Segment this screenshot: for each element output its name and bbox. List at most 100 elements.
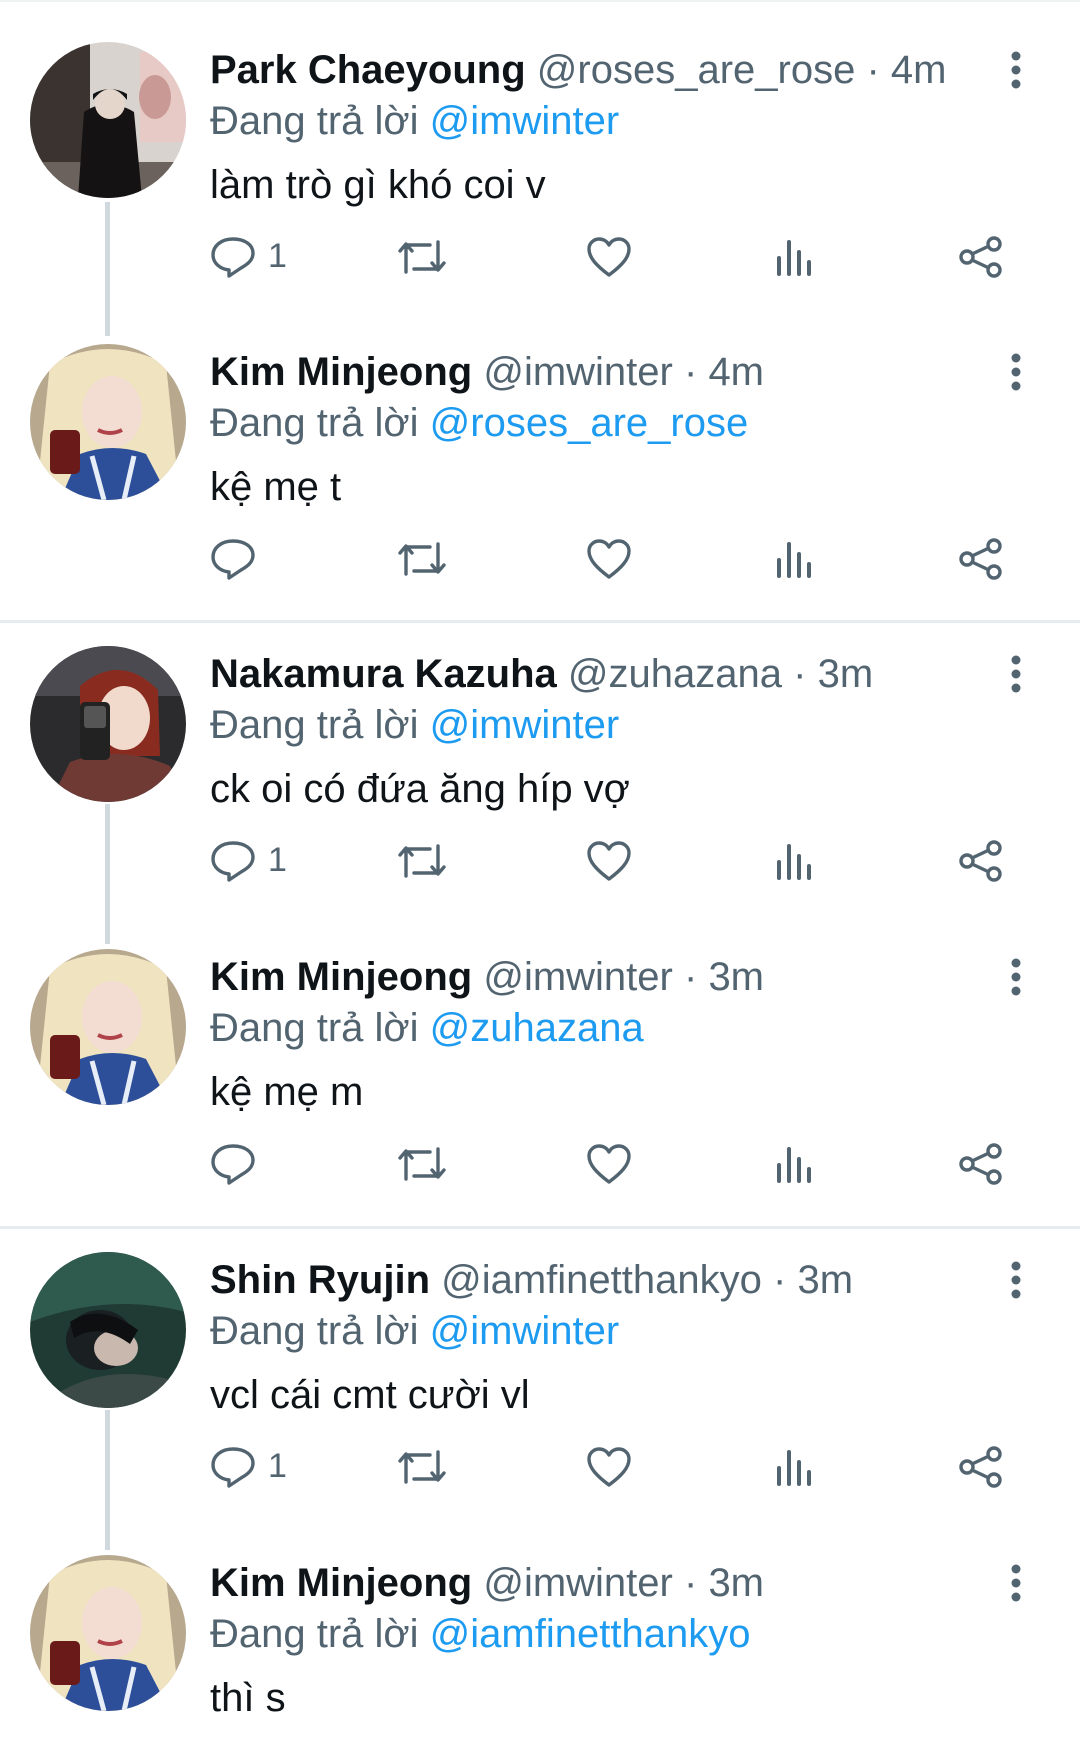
reply-count: 1: [268, 841, 287, 879]
retweet-button[interactable]: [397, 1133, 447, 1193]
mention-link[interactable]: @zuhazana: [430, 1006, 644, 1050]
tweet-text: vcl cái cmt cười vl: [210, 1373, 530, 1417]
tweet-text: kệ mẹ m: [210, 1070, 364, 1114]
more-icon[interactable]: [996, 957, 1036, 997]
tweet-header: Kim Minjeong @imwinter · 3m: [210, 1555, 764, 1611]
retweet-button[interactable]: [397, 528, 447, 588]
mention-link[interactable]: @iamfinetthankyo: [430, 1612, 751, 1656]
share-button[interactable]: [958, 226, 1004, 286]
user-handle[interactable]: @zuhazana: [568, 652, 782, 696]
retweet-button[interactable]: [397, 226, 447, 286]
tweet-header: Shin Ryujin @iamfinetthankyo · 3m: [210, 1252, 853, 1308]
replying-prefix: Đang trả lời: [210, 1006, 419, 1050]
reply-icon: [211, 1144, 255, 1185]
views-button[interactable]: [774, 226, 814, 286]
tweet-actions: 1: [0, 226, 1080, 286]
share-button[interactable]: [958, 1133, 1004, 1193]
share-icon: [959, 840, 1002, 882]
tweet-text: kệ mẹ t: [210, 465, 342, 509]
more-icon[interactable]: [996, 352, 1036, 392]
timestamp[interactable]: 3m: [818, 652, 874, 696]
share-button[interactable]: [958, 528, 1004, 588]
reply-button[interactable]: 1: [210, 830, 300, 890]
share-icon: [959, 1143, 1002, 1185]
like-button[interactable]: [586, 528, 632, 588]
like-icon: [587, 539, 631, 579]
mention-link[interactable]: @imwinter: [430, 99, 620, 143]
tweet[interactable]: Kim Minjeong @imwinter · 3m Đang trả lời…: [0, 907, 1080, 1207]
avatar[interactable]: [30, 1555, 186, 1711]
like-button[interactable]: [586, 1133, 632, 1193]
user-handle[interactable]: @imwinter: [483, 1561, 673, 1605]
retweet-icon: [398, 240, 446, 274]
like-icon: [587, 1447, 631, 1487]
avatar[interactable]: [30, 344, 186, 500]
reply-icon: [211, 1447, 255, 1488]
like-icon: [587, 841, 631, 881]
replying-prefix: Đang trả lời: [210, 1309, 419, 1353]
avatar[interactable]: [30, 1252, 186, 1408]
share-button[interactable]: [958, 830, 1004, 890]
replying-prefix: Đang trả lời: [210, 1612, 419, 1656]
replying-prefix: Đang trả lời: [210, 99, 419, 143]
retweet-button[interactable]: [397, 1436, 447, 1496]
display-name[interactable]: Kim Minjeong: [210, 350, 472, 394]
reply-button[interactable]: [210, 528, 300, 588]
display-name[interactable]: Nakamura Kazuha: [210, 652, 557, 696]
mention-link[interactable]: @imwinter: [430, 703, 620, 747]
timestamp[interactable]: 4m: [708, 350, 764, 394]
tweet-text: ck oi có đứa ăng híp vợ: [210, 767, 630, 811]
avatar[interactable]: [30, 646, 186, 802]
reply-button[interactable]: 1: [210, 1436, 300, 1496]
share-icon: [959, 1446, 1002, 1488]
retweet-icon: [398, 1147, 446, 1181]
like-button[interactable]: [586, 226, 632, 286]
like-button[interactable]: [586, 830, 632, 890]
tweet-actions: [0, 528, 1080, 588]
like-button[interactable]: [586, 1436, 632, 1496]
avatar[interactable]: [30, 949, 186, 1105]
timestamp[interactable]: 3m: [797, 1258, 853, 1302]
avatar[interactable]: [30, 42, 186, 198]
views-button[interactable]: [774, 1436, 814, 1496]
user-handle[interactable]: @roses_are_rose: [537, 48, 856, 92]
mention-link[interactable]: @imwinter: [430, 1309, 620, 1353]
tweet[interactable]: Kim Minjeong @imwinter · 3m Đang trả lời…: [0, 1513, 1080, 1752]
tweet-text: thì s: [210, 1676, 286, 1720]
more-icon[interactable]: [996, 1563, 1036, 1603]
tweet[interactable]: Kim Minjeong @imwinter · 4m Đang trả lời…: [0, 302, 1080, 602]
reply-count: 1: [268, 237, 287, 275]
views-button[interactable]: [774, 1133, 814, 1193]
display-name[interactable]: Shin Ryujin: [210, 1258, 430, 1302]
replying-to: Đang trả lời @imwinter: [210, 1304, 619, 1358]
timestamp[interactable]: 3m: [708, 1561, 764, 1605]
views-button[interactable]: [774, 830, 814, 890]
replying-to: Đang trả lời @zuhazana: [210, 1001, 644, 1055]
user-handle[interactable]: @imwinter: [483, 955, 673, 999]
share-button[interactable]: [958, 1436, 1004, 1496]
reply-button[interactable]: [210, 1133, 300, 1193]
tweet-actions: 1: [0, 830, 1080, 890]
retweet-button[interactable]: [397, 830, 447, 890]
display-name[interactable]: Kim Minjeong: [210, 955, 472, 999]
reply-button[interactable]: 1: [210, 226, 300, 286]
timestamp[interactable]: 3m: [708, 955, 764, 999]
tweet[interactable]: Park Chaeyoung @roses_are_rose · 4m Đang…: [0, 0, 1080, 300]
replying-to: Đang trả lời @iamfinetthankyo: [210, 1607, 750, 1661]
more-icon[interactable]: [996, 50, 1036, 90]
more-icon[interactable]: [996, 1260, 1036, 1300]
meta-separator: ·: [683, 1561, 698, 1605]
views-button[interactable]: [774, 528, 814, 588]
tweet-actions: 1: [0, 1436, 1080, 1496]
retweet-icon: [398, 844, 446, 878]
timestamp[interactable]: 4m: [891, 48, 947, 92]
more-icon[interactable]: [996, 654, 1036, 694]
display-name[interactable]: Park Chaeyoung: [210, 48, 526, 92]
tweet[interactable]: Nakamura Kazuha @zuhazana · 3m Đang trả …: [0, 604, 1080, 904]
replying-to: Đang trả lời @imwinter: [210, 698, 619, 752]
user-handle[interactable]: @iamfinetthankyo: [441, 1258, 762, 1302]
user-handle[interactable]: @imwinter: [483, 350, 673, 394]
display-name[interactable]: Kim Minjeong: [210, 1561, 472, 1605]
tweet[interactable]: Shin Ryujin @iamfinetthankyo · 3m Đang t…: [0, 1210, 1080, 1510]
mention-link[interactable]: @roses_are_rose: [430, 401, 749, 445]
